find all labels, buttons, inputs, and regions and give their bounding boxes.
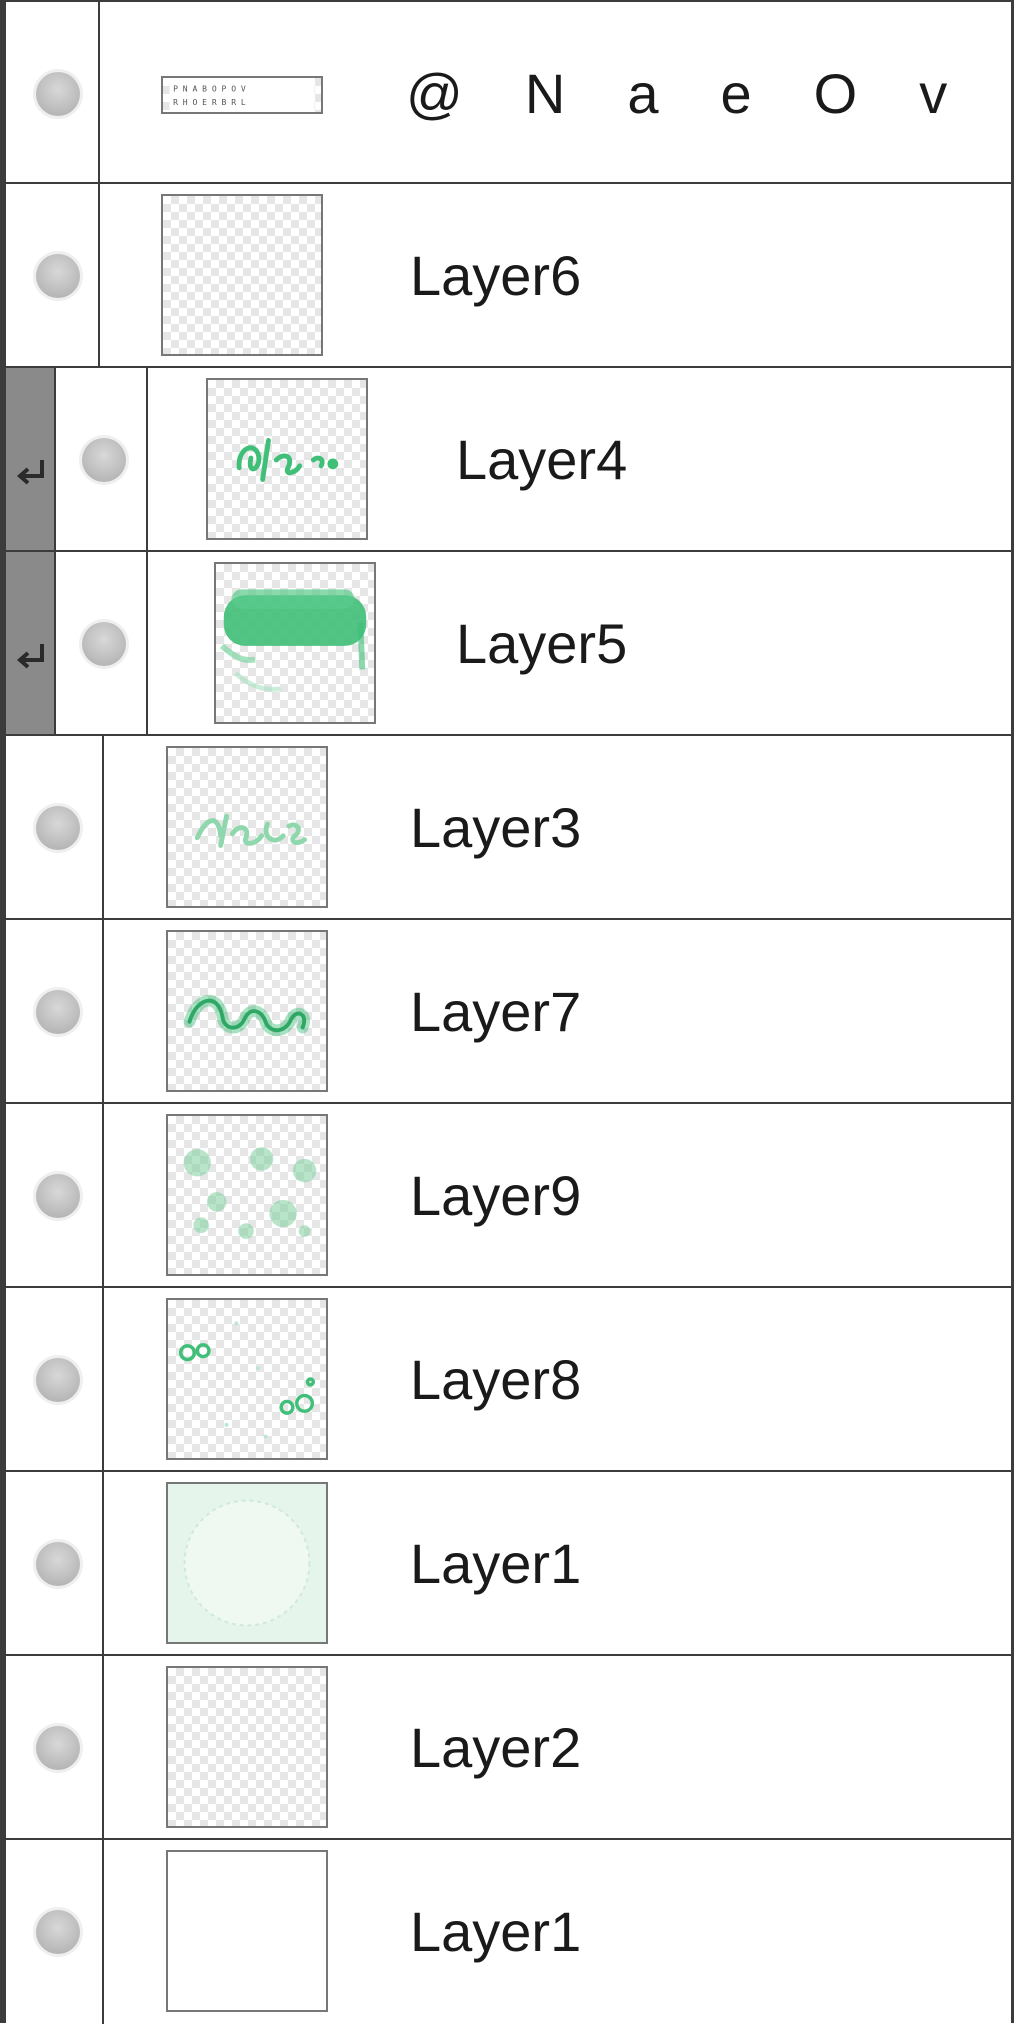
row-divider (98, 2, 100, 182)
layer-name[interactable]: Layer9 (410, 1104, 581, 1288)
visibility-toggle-icon[interactable] (36, 254, 80, 298)
visibility-toggle-icon[interactable] (36, 806, 80, 850)
visibility-toggle-icon[interactable] (82, 622, 126, 666)
layer-name[interactable]: Layer6 (410, 184, 581, 368)
clipping-strip (6, 552, 56, 734)
text-char: @ (406, 62, 463, 125)
green-brush-stroke (219, 589, 367, 692)
layer-thumbnail (214, 562, 376, 724)
row-divider (102, 1656, 104, 1838)
layer-name[interactable]: Layer1 (410, 1840, 581, 2024)
row-divider (146, 368, 148, 550)
layer-row[interactable]: Layer3 (6, 736, 1011, 920)
visibility-toggle-icon[interactable] (36, 1174, 80, 1218)
visibility-toggle-icon[interactable] (36, 1726, 80, 1770)
layer-row[interactable]: Layer1 (6, 1472, 1011, 1656)
row-divider (102, 1472, 104, 1654)
svg-text:R H O E R B R L: R H O E R B R L (173, 98, 246, 107)
clip-arrow-icon (16, 644, 44, 669)
layer-row[interactable]: Layer8 (6, 1288, 1011, 1472)
layer-name[interactable]: Layer4 (456, 368, 627, 552)
layer-thumbnail (166, 1666, 328, 1828)
clip-arrow-icon (16, 460, 44, 485)
light-green-script (194, 813, 307, 848)
layer-thumbnail (166, 1114, 328, 1276)
layers-panel: P N A B O P O V R H O E R B R L @ Na e Ov L… (0, 0, 1014, 2024)
layer-row[interactable]: Layer4 (6, 368, 1011, 552)
row-divider (102, 1104, 104, 1286)
text-char: N (524, 62, 566, 125)
layer-thumbnail (166, 1850, 328, 2012)
row-divider (102, 1288, 104, 1470)
visibility-toggle-icon[interactable] (82, 438, 126, 482)
layer-thumbnail (166, 1482, 328, 1644)
clipping-strip (6, 368, 56, 550)
layer-thumbnail: P N A B O P O V R H O E R B R L (161, 76, 323, 114)
text-char: a (627, 62, 659, 125)
visibility-toggle-icon[interactable] (36, 1542, 80, 1586)
layer-row[interactable]: Layer1 (6, 1840, 1011, 2024)
green-bokeh-dots (183, 1147, 317, 1239)
layer-name[interactable]: Layer8 (410, 1288, 581, 1472)
layer-thumbnail (161, 194, 323, 356)
text-char: e (720, 62, 752, 125)
layer-row[interactable]: Layer2 (6, 1656, 1011, 1840)
green-circles (178, 1321, 316, 1439)
layer-name[interactable]: @ Na e Ov (406, 2, 1009, 186)
layer-thumbnail (206, 378, 368, 540)
layer-thumbnail (166, 746, 328, 908)
green-outlined-script (183, 994, 310, 1037)
layer-row[interactable]: Layer9 (6, 1104, 1011, 1288)
layer-name[interactable]: Layer5 (456, 552, 627, 736)
visibility-toggle-icon[interactable] (36, 1910, 80, 1954)
layer-row[interactable]: Layer7 (6, 920, 1011, 1104)
row-divider (102, 1840, 104, 2024)
layer-row[interactable]: P N A B O P O V R H O E R B R L @ Na e Ov (6, 0, 1011, 184)
layer-name[interactable]: Layer3 (410, 736, 581, 920)
green-script-small (236, 438, 339, 482)
visibility-toggle-icon[interactable] (36, 990, 80, 1034)
text-char: v (919, 62, 948, 125)
visibility-toggle-icon[interactable] (36, 1358, 80, 1402)
row-divider (102, 736, 104, 918)
layer-thumbnail (166, 1298, 328, 1460)
pale-green-circle-fill (168, 1484, 326, 1642)
row-divider (102, 920, 104, 1102)
svg-text:P N A B O P O V: P N A B O P O V (173, 84, 246, 93)
layer-name[interactable]: Layer1 (410, 1472, 581, 1656)
text-strip-icon: P N A B O P O V R H O E R B R L (169, 78, 315, 112)
layer-row[interactable]: Layer5 (6, 552, 1011, 736)
layer-row[interactable]: Layer6 (6, 184, 1011, 368)
layer-name[interactable]: Layer7 (410, 920, 581, 1104)
layer-thumbnail (166, 930, 328, 1092)
row-divider (146, 552, 148, 734)
text-char: O (813, 62, 858, 125)
row-divider (98, 184, 100, 366)
layer-name[interactable]: Layer2 (410, 1656, 581, 1840)
visibility-toggle-icon[interactable] (36, 72, 80, 116)
